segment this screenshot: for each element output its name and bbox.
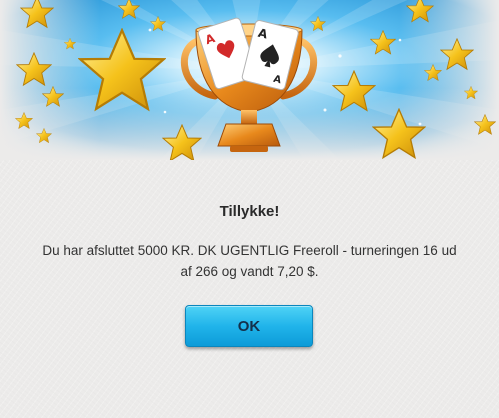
celebration-banner: A A A [0,0,499,160]
congratulations-dialog: A A A Tillykke! Du har afsluttet 5000 KR… [0,0,499,418]
result-message: Du har afsluttet 5000 KR. DK UGENTLIG Fr… [42,243,457,279]
dialog-title: Tillykke! [219,203,280,220]
ok-button-label: OK [237,317,261,335]
ok-button[interactable]: OK [185,305,313,347]
